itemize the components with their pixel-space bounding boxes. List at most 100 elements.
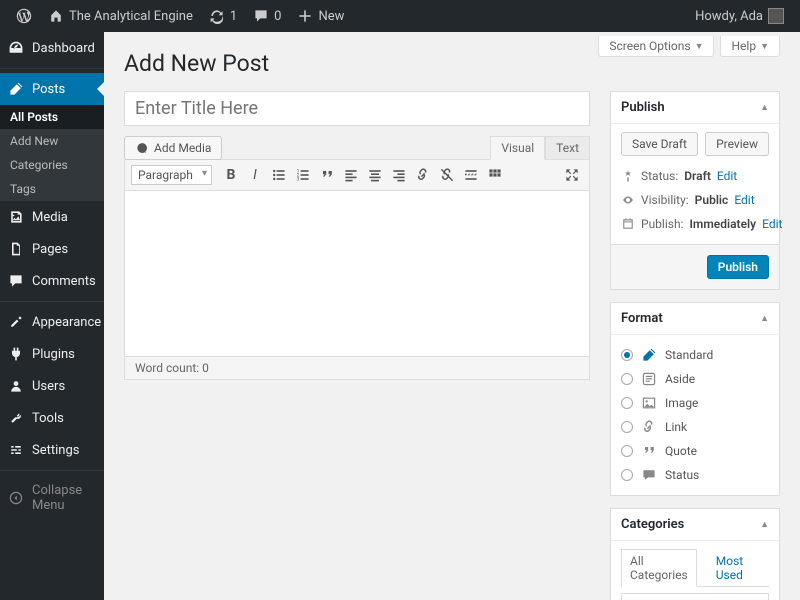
link-button[interactable] [412,164,434,186]
menu-tools[interactable]: Tools [0,402,104,434]
key-icon [621,169,635,183]
fullscreen-button[interactable] [561,164,583,186]
blockquote-button[interactable] [316,164,338,186]
editor-body[interactable] [125,191,589,356]
format-image[interactable]: Image [621,391,769,415]
menu-comments[interactable]: Comments [0,265,104,297]
menu-dashboard[interactable]: Dashboard [0,32,104,64]
align-right-button[interactable] [388,164,410,186]
help-tab[interactable]: Help▼ [720,36,780,57]
menu-label: Comments [32,274,96,289]
menu-label: Posts [32,82,65,97]
editor: Paragraph B I 123 [124,159,590,380]
radio-icon [621,349,633,361]
menu-label: Media [32,210,68,225]
status-icon [641,467,657,483]
add-media-button[interactable]: Add Media [124,136,222,160]
tab-all-categories[interactable]: All Categories [621,549,697,587]
radio-icon [621,373,633,385]
aside-icon [641,371,657,387]
format-quote[interactable]: Quote [621,439,769,463]
categories-box: Categories ▲ All Categories Most Used Ana… [610,508,780,600]
number-list-button[interactable]: 123 [292,164,314,186]
wp-logo[interactable] [8,0,40,32]
publish-button[interactable]: Publish [707,255,769,279]
menu-label: Users [32,379,65,394]
updates-link[interactable]: 1 [201,0,245,32]
my-account-link[interactable]: Howdy, Ada [687,0,792,32]
radio-icon [621,445,633,457]
edit-publish-link[interactable]: Edit [762,217,782,231]
menu-pages[interactable]: Pages [0,233,104,265]
menu-users[interactable]: Users [0,370,104,402]
pin-icon [641,347,657,363]
bold-button[interactable]: B [220,164,242,186]
visual-tab[interactable]: Visual [490,136,545,160]
edit-status-link[interactable]: Edit [717,169,737,183]
comments-link[interactable]: 0 [245,0,289,32]
main-content: Screen Options▼ Help▼ Add New Post Add M… [104,32,800,600]
format-status[interactable]: Status [621,463,769,487]
link-icon [641,419,657,435]
word-count: Word count: 0 [125,356,589,379]
collapse-menu[interactable]: Collapse Menu [0,475,104,521]
visibility-value: Public [695,193,729,207]
status-label: Status: [641,169,678,183]
toggle-icon[interactable]: ▲ [760,313,769,324]
label: Add Media [154,141,211,155]
format-aside[interactable]: Aside [621,367,769,391]
format-select[interactable]: Paragraph [131,165,212,185]
format-standard[interactable]: Standard [621,343,769,367]
format-label: Aside [665,372,695,386]
publish-value: Immediately [689,217,756,231]
radio-icon [621,397,633,409]
submenu-add-new[interactable]: Add New [0,129,104,153]
menu-settings[interactable]: Settings [0,434,104,466]
menu-label: Tools [32,411,64,426]
menu-appearance[interactable]: Appearance [0,306,104,338]
menu-label: Appearance [32,315,101,330]
submenu-all-posts[interactable]: All Posts [0,105,104,129]
howdy-text: Howdy, Ada [695,9,763,24]
italic-button[interactable]: I [244,164,266,186]
submenu-tags[interactable]: Tags [0,177,104,201]
publish-label: Publish: [641,217,683,231]
screen-options-tab[interactable]: Screen Options▼ [598,36,714,57]
text-tab[interactable]: Text [545,136,590,160]
align-left-button[interactable] [340,164,362,186]
new-label: New [318,9,344,24]
label: Screen Options [609,39,690,53]
menu-posts[interactable]: Posts [0,73,104,105]
submenu-categories[interactable]: Categories [0,153,104,177]
unlink-button[interactable] [436,164,458,186]
menu-label: Dashboard [32,41,95,56]
format-label: Link [665,420,687,434]
align-center-button[interactable] [364,164,386,186]
new-content-link[interactable]: New [289,0,352,32]
post-title-input[interactable] [124,91,590,126]
format-label: Quote [665,444,697,458]
site-name-link[interactable]: The Analytical Engine [40,0,201,32]
category-list: Analytical Engine Ada Lovelace Books Unc… [621,593,769,600]
toggle-icon[interactable]: ▲ [760,102,769,113]
admin-toolbar: The Analytical Engine 1 0 New Howdy, Ada [0,0,800,32]
format-label: Status [665,468,699,482]
read-more-button[interactable] [460,164,482,186]
visibility-icon [621,193,635,207]
toolbar-toggle-button[interactable] [484,164,506,186]
menu-label: Plugins [32,347,75,362]
box-title: Categories [621,517,684,532]
toggle-icon[interactable]: ▲ [760,519,769,530]
visibility-label: Visibility: [641,193,689,207]
edit-visibility-link[interactable]: Edit [734,193,754,207]
menu-plugins[interactable]: Plugins [0,338,104,370]
tab-most-used[interactable]: Most Used [707,549,769,587]
save-draft-button[interactable]: Save Draft [621,132,698,156]
menu-media[interactable]: Media [0,201,104,233]
site-name: The Analytical Engine [69,9,193,24]
bullet-list-button[interactable] [268,164,290,186]
menu-label: Collapse Menu [32,483,96,513]
format-link[interactable]: Link [621,415,769,439]
preview-button[interactable]: Preview [705,132,769,156]
posts-submenu: All Posts Add New Categories Tags [0,105,104,201]
